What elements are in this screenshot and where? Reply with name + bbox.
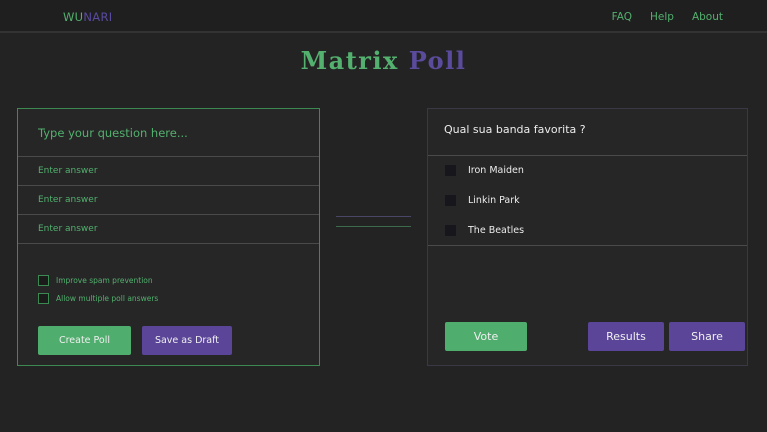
page-title-part1: Matrix [300, 46, 399, 75]
answer-input-2[interactable] [18, 186, 319, 215]
multiple-answers-label: Allow multiple poll answers [56, 294, 159, 303]
nav-link-about[interactable]: About [692, 11, 723, 23]
divider-line-green [336, 226, 411, 227]
nav-links: FAQ Help About [594, 11, 723, 23]
poll-header-divider [428, 155, 747, 156]
poll-option-1-checkbox[interactable] [445, 165, 456, 176]
poll-option-3-label: The Beatles [468, 225, 525, 236]
create-poll-button[interactable]: Create Poll [38, 326, 131, 355]
poll-option-1[interactable]: Iron Maiden [445, 165, 524, 176]
spam-prevention-checkbox[interactable] [38, 275, 49, 286]
nav-link-faq[interactable]: FAQ [612, 11, 632, 23]
option-spam-prevention: Improve spam prevention [38, 275, 153, 286]
vote-button[interactable]: Vote [445, 322, 527, 351]
page-title-part2: Poll [408, 46, 467, 75]
page-title: Matrix Poll [0, 46, 767, 75]
option-multiple-answers: Allow multiple poll answers [38, 293, 158, 304]
poll-option-1-label: Iron Maiden [468, 165, 524, 176]
create-poll-form: Improve spam prevention Allow multiple p… [17, 108, 320, 366]
share-button[interactable]: Share [669, 322, 745, 351]
top-navbar: WUNARI FAQ Help About [0, 0, 767, 33]
poll-question: Qual sua banda favorita ? [444, 123, 586, 136]
nav-link-help[interactable]: Help [650, 11, 674, 23]
brand-logo-part1: WU [63, 10, 84, 24]
question-input[interactable] [18, 109, 319, 157]
poll-options-divider [428, 245, 747, 246]
answer-input-3[interactable] [18, 215, 319, 244]
brand-logo[interactable]: WUNARI [63, 10, 112, 24]
poll-option-2-checkbox[interactable] [445, 195, 456, 206]
poll-option-2-label: Linkin Park [468, 195, 520, 206]
brand-logo-part2: NARI [83, 10, 113, 24]
poll-preview: Qual sua banda favorita ? Iron Maiden Li… [427, 108, 748, 366]
poll-option-3-checkbox[interactable] [445, 225, 456, 236]
divider-line-purple [336, 216, 411, 217]
poll-option-2[interactable]: Linkin Park [445, 195, 520, 206]
answer-input-1[interactable] [18, 157, 319, 186]
results-button[interactable]: Results [588, 322, 664, 351]
poll-option-3[interactable]: The Beatles [445, 225, 524, 236]
save-draft-button[interactable]: Save as Draft [142, 326, 232, 355]
multiple-answers-checkbox[interactable] [38, 293, 49, 304]
spam-prevention-label: Improve spam prevention [56, 276, 153, 285]
